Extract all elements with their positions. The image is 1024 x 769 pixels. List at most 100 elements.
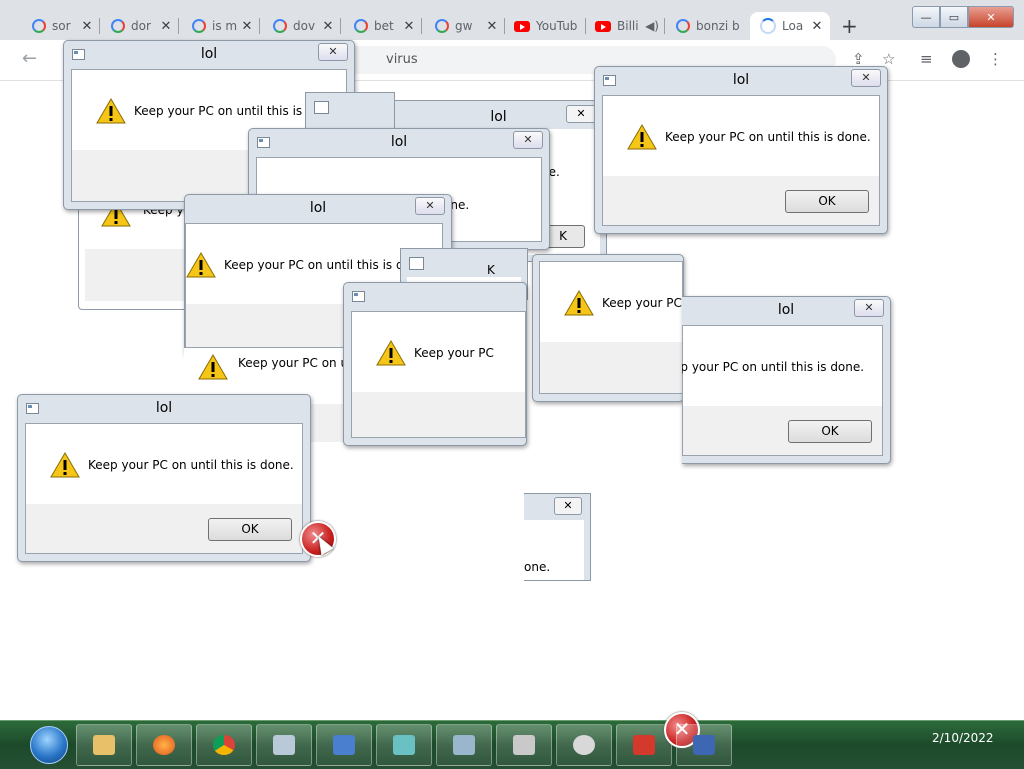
ok-button[interactable]: OK (208, 518, 292, 541)
back-button[interactable]: ← (22, 48, 37, 69)
tab-active-loading[interactable]: Loa ✕ (750, 12, 830, 40)
firefox-icon (153, 735, 175, 755)
message-dialog: Keep your PC c (532, 254, 684, 402)
tab-close-icon[interactable]: ✕ (321, 19, 335, 34)
dialog-close-button[interactable]: ✕ (415, 197, 445, 215)
tab-5[interactable]: bet ✕ (344, 12, 422, 40)
google-icon (354, 19, 368, 33)
menu-icon[interactable]: ⋮ (988, 50, 1003, 68)
dialog-title: lol (200, 46, 218, 62)
dialog-message: Keep your PC on until this is done. (665, 130, 871, 144)
warning-icon (376, 340, 406, 366)
taskbar-chrome[interactable] (196, 724, 252, 766)
taskbar-app-4[interactable] (436, 724, 492, 766)
tab-close-icon[interactable]: ✕ (80, 19, 94, 34)
message-dialog: lol ✕ ep your PC on until this is done. O… (682, 296, 891, 464)
dialog-title: lol (390, 134, 408, 150)
taskbar-app-3[interactable] (376, 724, 432, 766)
taskbar-clock[interactable]: 2/10/2022 (932, 731, 994, 745)
speaker-icon[interactable]: ◀) (645, 19, 659, 33)
dialog-message: Keep your PC c (602, 296, 684, 310)
document-icon (453, 735, 475, 755)
toolbox-icon (633, 735, 655, 755)
warning-icon (564, 290, 594, 316)
maximize-button[interactable]: ▭ (940, 6, 968, 28)
tab-close-icon[interactable]: ✕ (485, 19, 499, 34)
dialog-message: Keep your PC on until this is done. (88, 458, 294, 472)
taskbar-explorer[interactable] (76, 724, 132, 766)
tab-6[interactable]: gw ✕ (425, 12, 505, 40)
grid-icon (393, 735, 415, 755)
warning-icon (186, 252, 216, 278)
chrome-icon (213, 735, 235, 755)
shield-icon (333, 735, 355, 755)
message-dialog: lol Keep your PC on until this is done. … (17, 394, 311, 562)
taskbar-firefox[interactable] (136, 724, 192, 766)
tab-youtube-2[interactable]: Billi ◀) (587, 12, 665, 40)
google-icon (676, 19, 690, 33)
tab-9[interactable]: bonzi b (666, 12, 748, 40)
reading-list-icon[interactable]: ≡ (920, 50, 933, 68)
taskbar-app-5[interactable] (496, 724, 552, 766)
dialog-title: lol (732, 72, 750, 88)
tab-4[interactable]: dov ✕ (263, 12, 341, 40)
printer-icon (513, 735, 535, 755)
message-dialog: lol ✕ Keep your PC on until this is done.… (594, 66, 888, 234)
tab-close-icon[interactable]: ✕ (402, 19, 416, 34)
ok-button[interactable]: OK (785, 190, 869, 213)
dialog-message: ep your PC on until this is done. (682, 360, 865, 374)
youtube-icon (595, 20, 611, 32)
loading-spinner-icon (760, 18, 776, 34)
dialog-close-button[interactable]: ✕ (513, 131, 543, 149)
window-close-button[interactable]: ✕ (968, 6, 1014, 28)
tab-close-icon[interactable]: ✕ (240, 19, 254, 34)
dialog-title: lol (309, 200, 327, 216)
google-icon (32, 19, 46, 33)
browser-tabbar: sor ✕ dor ✕ is m ✕ dov ✕ bet ✕ gw ✕ YouTub Bil… (0, 0, 1024, 40)
google-icon (435, 19, 449, 33)
taskbar-app-6[interactable] (556, 724, 612, 766)
warning-icon (198, 354, 228, 380)
dialog-title: lol (155, 400, 173, 416)
tab-youtube[interactable]: YouTub (506, 12, 586, 40)
taskbar-app-2[interactable] (316, 724, 372, 766)
dialog-message: Keep your PC on until this is done (224, 258, 426, 272)
tab-close-icon[interactable]: ✕ (810, 19, 824, 34)
tab-2[interactable]: dor ✕ (101, 12, 179, 40)
warning-icon (50, 452, 80, 478)
google-icon (192, 19, 206, 33)
window-system-icon (409, 257, 424, 270)
dialog-close-button[interactable]: ✕ (318, 43, 348, 61)
dialog-close-button[interactable]: ✕ (554, 497, 582, 515)
dialog-fragment: Keep yo (78, 196, 195, 310)
dialog-close-button[interactable]: ✕ (851, 69, 881, 87)
window-icon (273, 735, 295, 755)
dialog-message: Keep your PC (414, 346, 494, 360)
start-button[interactable] (30, 726, 68, 764)
google-icon (273, 19, 287, 33)
window-system-icon (352, 291, 365, 302)
google-icon (111, 19, 125, 33)
minimize-button[interactable]: — (912, 6, 940, 28)
clock-icon (573, 735, 595, 755)
ok-button[interactable]: OK (788, 420, 872, 443)
window-system-icon (314, 101, 329, 114)
monitor-icon (693, 735, 715, 755)
taskbar-app-1[interactable] (256, 724, 312, 766)
warning-icon (627, 124, 657, 150)
window-controls: — ▭ ✕ (912, 6, 1014, 28)
folder-icon (93, 735, 115, 755)
taskbar: ✕ 2/10/2022 (0, 712, 1024, 769)
tab-1[interactable]: sor ✕ (22, 12, 100, 40)
dialog-close-button[interactable]: ✕ (854, 299, 884, 317)
message-dialog: Keep your PC (343, 282, 527, 446)
taskbar-app-8[interactable] (676, 724, 732, 766)
dialog-fragment: ✕ one. (524, 493, 591, 581)
tab-3[interactable]: is m ✕ (182, 12, 260, 40)
tab-close-icon[interactable]: ✕ (159, 19, 173, 34)
new-tab-button[interactable]: + (841, 14, 858, 38)
warning-icon (96, 98, 126, 124)
youtube-icon (514, 20, 530, 32)
profile-avatar[interactable] (952, 50, 970, 68)
dialog-close-button[interactable]: ✕ (566, 105, 596, 123)
